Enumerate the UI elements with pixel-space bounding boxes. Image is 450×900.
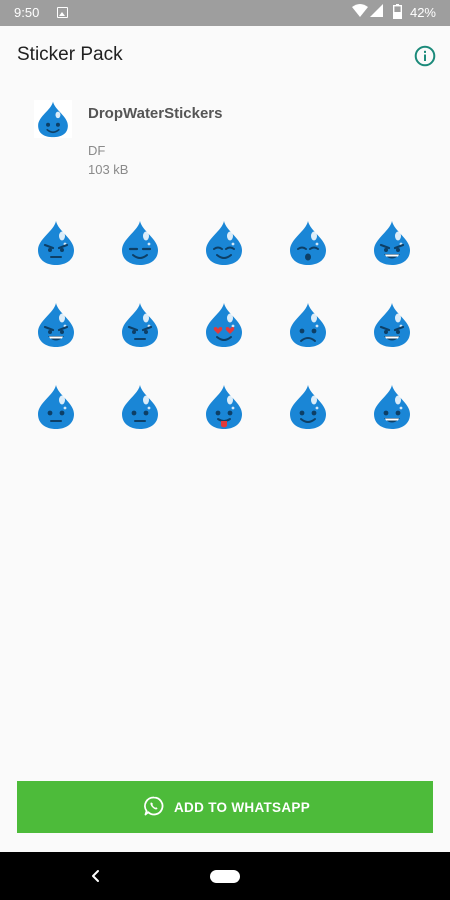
sticker-grin-drop[interactable] [350, 208, 434, 290]
status-time: 9:50 [14, 5, 40, 20]
battery-icon [393, 4, 402, 19]
water-drop-icon [374, 385, 410, 429]
pack-publisher: DF [88, 143, 106, 158]
water-drop-icon [38, 221, 74, 265]
sticker-smirk-drop[interactable] [98, 208, 182, 290]
water-drop-icon [206, 221, 242, 265]
app-bar: Sticker Pack [0, 26, 450, 86]
water-drop-icon [290, 221, 326, 265]
water-drop-icon [38, 303, 74, 347]
water-drop-icon [122, 221, 158, 265]
water-drop-icon [38, 101, 68, 138]
status-bar: 9:50 42% [0, 0, 450, 26]
add-to-whatsapp-button[interactable]: ADD TO WHATSAPP [17, 781, 433, 833]
sticker-neutral-drop[interactable] [98, 372, 182, 454]
tray-icon [34, 100, 72, 138]
wifi-icon [352, 4, 368, 17]
whatsapp-icon [144, 796, 164, 816]
sticker-big-smile-drop[interactable] [350, 372, 434, 454]
sticker-content-drop[interactable] [182, 208, 266, 290]
pack-size: 103 kB [88, 162, 129, 177]
pack-header: DropWaterStickers DF 103 kB [0, 96, 450, 186]
water-drop-icon [206, 303, 242, 347]
nav-bar [0, 852, 450, 900]
sticker-tongue-drop[interactable] [182, 372, 266, 454]
water-drop-icon [206, 385, 242, 429]
water-drop-icon [122, 385, 158, 429]
sticker-smile-drop[interactable] [266, 372, 350, 454]
signal-icon [370, 4, 383, 17]
sticker-angry-drop[interactable] [14, 208, 98, 290]
battery-percent: 42% [409, 5, 436, 20]
sticker-laugh-drop[interactable] [14, 290, 98, 372]
sticker-surprised-drop[interactable] [266, 208, 350, 290]
sticker-grid [14, 208, 436, 458]
water-drop-icon [290, 303, 326, 347]
sticker-annoyed-drop[interactable] [98, 290, 182, 372]
home-pill-icon[interactable] [210, 870, 240, 883]
back-icon[interactable] [88, 868, 104, 884]
info-icon[interactable] [414, 45, 436, 67]
pack-name: DropWaterStickers [88, 105, 223, 122]
add-button-label: ADD TO WHATSAPP [174, 800, 310, 815]
water-drop-icon [374, 221, 410, 265]
image-notification-icon [57, 7, 68, 18]
status-right-group: 42% [326, 4, 436, 22]
sticker-sad-drop[interactable] [266, 290, 350, 372]
water-drop-icon [122, 303, 158, 347]
sticker-wink-grin-drop[interactable] [350, 290, 434, 372]
page-title: Sticker Pack [17, 44, 123, 65]
water-drop-icon [374, 303, 410, 347]
sticker-thinking-drop[interactable] [14, 372, 98, 454]
water-drop-icon [38, 385, 74, 429]
sticker-heart-eyes-drop[interactable] [182, 290, 266, 372]
water-drop-icon [290, 385, 326, 429]
